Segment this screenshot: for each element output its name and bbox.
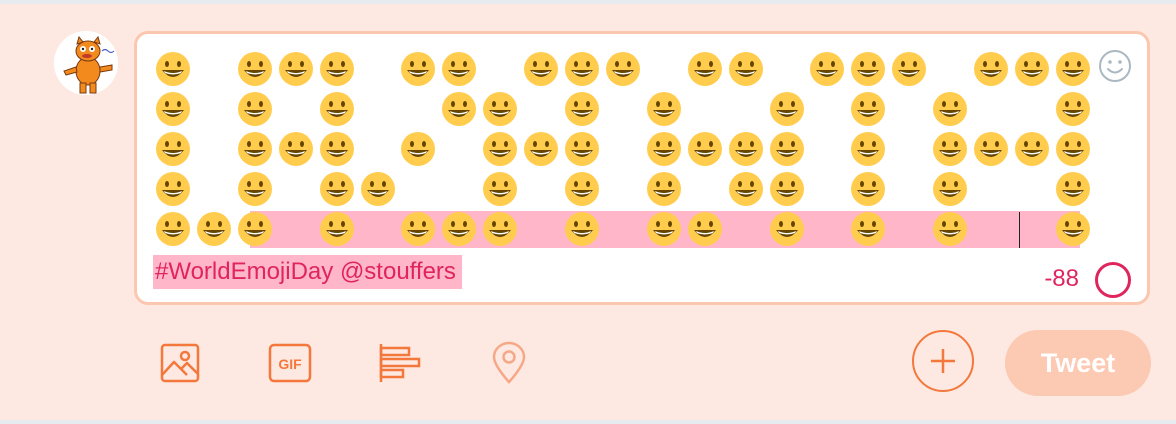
smiley-emoji xyxy=(236,210,274,248)
smiley-emoji xyxy=(154,90,192,128)
smiley-emoji xyxy=(768,130,806,168)
smiley-emoji xyxy=(481,210,519,248)
cartoon-cat-avatar-icon xyxy=(54,31,118,95)
smiley-emoji xyxy=(236,90,274,128)
smiley-emoji xyxy=(768,170,806,208)
smiley-emoji xyxy=(318,210,356,248)
smiley-emoji xyxy=(808,50,846,88)
smiley-emoji xyxy=(727,50,765,88)
smiley-emoji xyxy=(318,170,356,208)
smiley-emoji xyxy=(890,50,928,88)
character-count-ring-icon xyxy=(1095,262,1131,298)
smiley-emoji xyxy=(399,130,437,168)
smiley-emoji xyxy=(931,90,969,128)
smiley-emoji xyxy=(727,170,765,208)
smiley-emoji xyxy=(318,130,356,168)
smiley-emoji xyxy=(563,210,601,248)
smiley-emoji xyxy=(1054,210,1092,248)
gif-button[interactable]: GIF xyxy=(267,340,313,386)
smiley-emoji xyxy=(931,170,969,208)
smiley-emoji xyxy=(686,210,724,248)
smiley-emoji xyxy=(154,170,192,208)
smiley-emoji xyxy=(154,130,192,168)
poll-icon[interactable] xyxy=(377,340,423,386)
smiley-emoji xyxy=(563,170,601,208)
smiley-emoji xyxy=(645,90,683,128)
smiley-emoji xyxy=(931,210,969,248)
tweet-button[interactable]: Tweet xyxy=(1005,330,1151,396)
emoji-picker-icon[interactable] xyxy=(1097,48,1133,84)
smiley-emoji xyxy=(481,90,519,128)
tweet-text-highlighted[interactable]: #WorldEmojiDay @stouffers xyxy=(153,255,462,289)
text-cursor xyxy=(1019,212,1020,248)
smiley-emoji xyxy=(277,50,315,88)
smiley-emoji xyxy=(1054,90,1092,128)
smiley-emoji xyxy=(522,130,560,168)
add-tweet-button[interactable] xyxy=(912,330,974,392)
smiley-emoji xyxy=(563,130,601,168)
smiley-emoji xyxy=(768,90,806,128)
smiley-emoji xyxy=(154,50,192,88)
smiley-emoji xyxy=(359,170,397,208)
smiley-emoji xyxy=(686,130,724,168)
smiley-emoji xyxy=(236,130,274,168)
smiley-emoji xyxy=(686,50,724,88)
smiley-emoji xyxy=(440,50,478,88)
smiley-emoji xyxy=(481,170,519,208)
smiley-emoji xyxy=(1013,130,1051,168)
gif-label: GIF xyxy=(278,356,302,372)
smiley-emoji xyxy=(645,130,683,168)
smiley-emoji xyxy=(972,130,1010,168)
smiley-emoji xyxy=(522,50,560,88)
smiley-emoji xyxy=(563,90,601,128)
smiley-emoji xyxy=(318,50,356,88)
smiley-emoji xyxy=(318,90,356,128)
smiley-emoji xyxy=(849,90,887,128)
top-divider xyxy=(0,0,1176,4)
location-pin-icon[interactable] xyxy=(486,340,532,386)
smiley-emoji xyxy=(1013,50,1051,88)
tweet-composer[interactable]: #WorldEmojiDay @stouffers -88 xyxy=(134,31,1150,305)
smiley-emoji xyxy=(849,130,887,168)
smiley-emoji xyxy=(645,210,683,248)
smiley-emoji xyxy=(849,170,887,208)
smiley-emoji xyxy=(972,50,1010,88)
smiley-emoji xyxy=(563,50,601,88)
smiley-emoji xyxy=(1054,130,1092,168)
smiley-emoji xyxy=(849,210,887,248)
smiley-emoji xyxy=(1054,170,1092,208)
smiley-emoji xyxy=(195,210,233,248)
user-avatar[interactable] xyxy=(54,31,118,95)
smiley-emoji xyxy=(604,50,642,88)
smiley-emoji xyxy=(236,50,274,88)
smiley-emoji xyxy=(236,170,274,208)
smiley-emoji xyxy=(931,130,969,168)
smiley-emoji xyxy=(727,130,765,168)
smiley-emoji xyxy=(399,50,437,88)
smiley-emoji xyxy=(481,130,519,168)
image-icon[interactable] xyxy=(157,340,203,386)
smiley-emoji xyxy=(645,170,683,208)
smiley-emoji xyxy=(1054,50,1092,88)
smiley-emoji xyxy=(768,210,806,248)
smiley-emoji xyxy=(277,130,315,168)
smiley-emoji xyxy=(399,210,437,248)
bottom-divider xyxy=(0,420,1176,424)
smiley-emoji xyxy=(154,210,192,248)
smiley-emoji xyxy=(440,210,478,248)
plus-icon xyxy=(931,349,955,373)
smiley-emoji xyxy=(849,50,887,88)
smiley-emoji xyxy=(440,90,478,128)
character-counter: -88 xyxy=(1044,265,1079,292)
